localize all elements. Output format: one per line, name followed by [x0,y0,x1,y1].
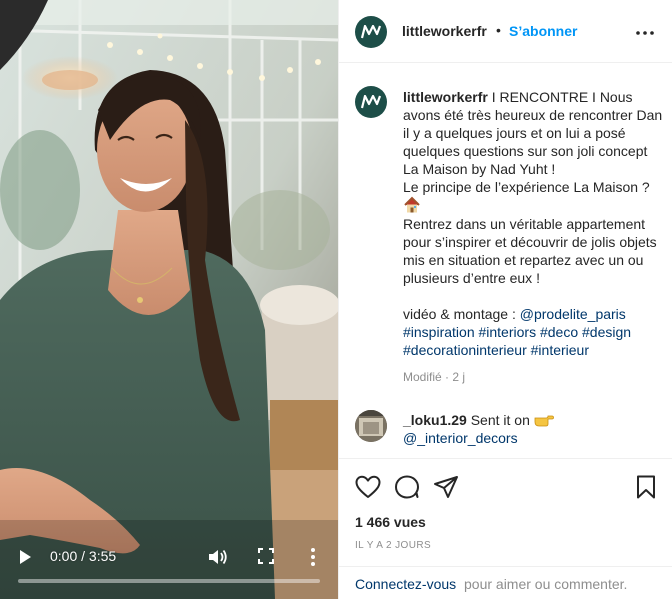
login-link[interactable]: Connectez-vous [355,576,456,592]
post-sidebar: littleworkerfr • S’abonner littleworkerf… [338,0,672,599]
video-player[interactable]: 0:00 / 3:55 [0,0,338,599]
caption-meta: Modifié · 2 j [403,370,466,384]
comment-username[interactable]: _loku1.29 [403,412,467,428]
more-options-icon[interactable] [635,30,655,36]
video-control-bar: 0:00 / 3:55 [0,545,338,569]
share-icon[interactable] [433,475,459,499]
account-avatar[interactable] [355,16,387,48]
header-separator: • [496,22,501,38]
more-vertical-icon[interactable] [306,547,320,567]
caption-hashtags[interactable]: #inspiration #interiors #deco #design #d… [403,323,663,359]
video-time: 0:00 / 3:55 [50,548,117,564]
view-count[interactable]: 1 466 vues [355,514,426,530]
post-date: IL Y A 2 JOURS [355,540,432,551]
video-progress-bar[interactable] [18,579,320,583]
post-caption: littleworkerfr I RENCONTRE I Nous avons … [403,88,663,359]
bookmark-icon[interactable] [635,475,657,499]
play-icon[interactable] [17,549,33,565]
caption-credit-prefix: vidéo & montage : [403,306,520,322]
action-bar [339,458,672,510]
fullscreen-icon[interactable] [258,548,274,564]
brand-logo-icon [361,95,381,109]
follow-button[interactable]: S’abonner [509,23,577,39]
comment-icon[interactable] [394,475,420,499]
comment-text: _loku1.29 Sent it on @_interior_decors [403,411,663,447]
caption-credit-mention[interactable]: @prodelite_paris [520,306,626,322]
comment-mention[interactable]: @_interior_decors [403,430,518,446]
post-header: littleworkerfr • S’abonner [339,0,672,63]
volume-icon[interactable] [208,548,228,566]
caption-question: Le principe de l’expérience La Maison ? [403,179,650,195]
comment-avatar-image [355,410,387,442]
login-prompt-text: pour aimer ou commenter. [464,576,628,592]
caption-avatar[interactable] [355,86,387,118]
caption-description: Rentrez dans un véritable appartement po… [403,216,657,286]
video-frame[interactable] [0,0,338,599]
pointing-hand-emoji-icon [534,415,554,427]
comment-body: Sent it on [466,412,534,428]
video-controls: 0:00 / 3:55 [0,539,338,599]
comment-avatar[interactable] [355,410,387,442]
instagram-post: 0:00 / 3:55 littleworkerfr • S’abonner l… [0,0,672,599]
login-prompt: Connectez-vous pour aimer ou commenter. [339,566,672,599]
house-emoji-icon [404,196,420,213]
heart-icon[interactable] [355,475,381,499]
caption-username[interactable]: littleworkerfr [403,89,488,105]
header-username[interactable]: littleworkerfr [402,23,487,39]
brand-logo-icon [361,25,381,39]
